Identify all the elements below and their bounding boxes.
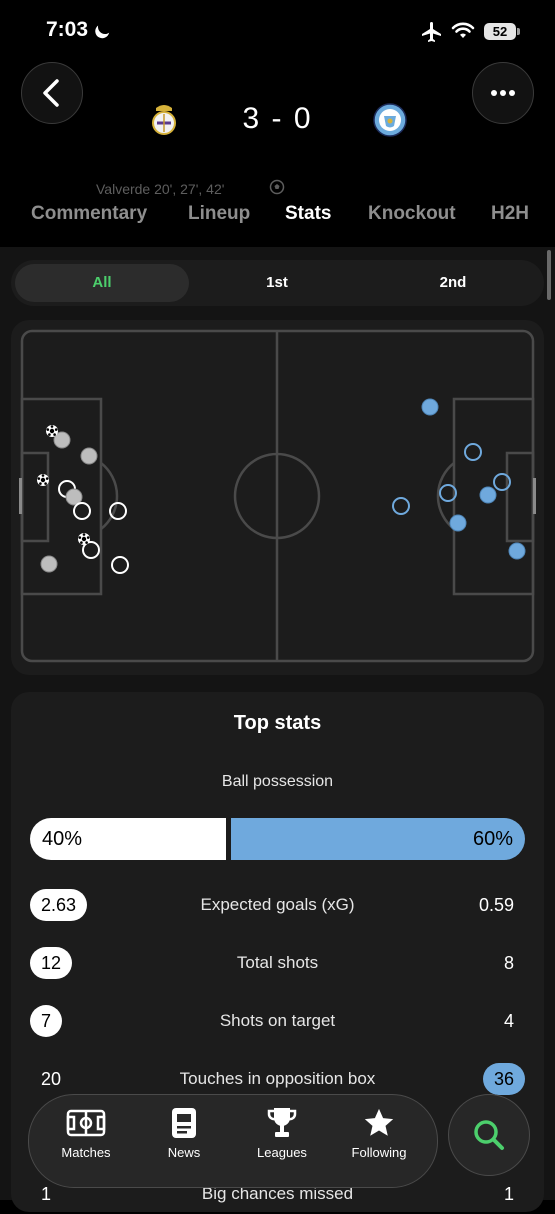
away-shot-on-target <box>449 514 467 532</box>
tab-h2h[interactable]: H2H <box>491 203 529 225</box>
stat-label: Touches in opposition box <box>179 1069 376 1088</box>
search-icon <box>474 1120 504 1150</box>
search-button[interactable] <box>448 1094 530 1176</box>
airplane-icon <box>422 22 441 42</box>
stat-label: Shots on target <box>219 1011 336 1030</box>
away-shot-on-target <box>479 486 497 504</box>
star-icon <box>364 1108 394 1136</box>
stat-label: Total shots <box>236 953 319 972</box>
stat-label: Expected goals (xG) <box>200 895 355 914</box>
status-time: 7:03 <box>46 18 89 41</box>
away-shot-on-target <box>421 398 439 416</box>
right-goal-area <box>505 451 535 543</box>
away-shots <box>392 398 526 560</box>
left-goal <box>19 478 22 514</box>
period-second-half[interactable]: 2nd <box>365 260 541 306</box>
nav-following-label: Following <box>351 1145 407 1160</box>
top-stats-title: Top stats <box>233 712 322 734</box>
stat-away-value: 36 <box>482 1063 525 1095</box>
tab-stats[interactable]: Stats <box>285 203 331 225</box>
trophy-icon <box>267 1108 297 1137</box>
stat-row-xg: 2.63 Expected goals (xG) 0.59 <box>11 885 544 925</box>
stat-row-total-shots: 12 Total shots 8 <box>11 943 544 983</box>
stat-row-shots-on-target: 7 Shots on target 4 <box>11 1001 544 1041</box>
period-first-half[interactable]: 1st <box>189 260 365 306</box>
match-score: 3 - 0 <box>242 102 313 135</box>
right-goal <box>533 478 536 514</box>
home-shot-off-target <box>109 502 127 520</box>
away-team-crest-icon <box>373 103 407 137</box>
nav-news[interactable]: News <box>139 1105 229 1160</box>
moon-icon <box>96 18 114 36</box>
possession-home-bar: 40% <box>30 818 226 860</box>
left-goal-area <box>20 451 50 543</box>
stat-row-touches-in-box: 20 Touches in opposition box 36 <box>11 1059 544 1099</box>
nav-following[interactable]: Following <box>334 1105 424 1160</box>
home-shots <box>40 431 129 574</box>
nav-leagues-label: Leagues <box>257 1145 307 1160</box>
shot-map <box>19 329 536 663</box>
period-selector: All 1st 2nd <box>11 260 544 306</box>
pitch-icon <box>66 1109 106 1137</box>
tab-lineup[interactable]: Lineup <box>188 203 250 225</box>
tab-knockout[interactable]: Knockout <box>368 203 456 225</box>
home-shot-off-target <box>73 502 91 520</box>
away-shot-off-target <box>464 443 482 461</box>
goal-marker-icon <box>78 533 90 545</box>
stat-away-value: 1 <box>503 1184 514 1204</box>
stat-away-value: 0.59 <box>478 895 514 915</box>
goal-marker-icon <box>46 425 58 437</box>
wifi-icon <box>451 22 475 38</box>
nav-leagues[interactable]: Leagues <box>237 1105 327 1160</box>
football-icon <box>269 179 285 195</box>
bottom-nav: Matches News Leagues Following <box>28 1094 438 1188</box>
scrollbar[interactable] <box>547 250 551 300</box>
possession-away-value: 60% <box>472 828 513 850</box>
nav-news-label: News <box>167 1145 201 1160</box>
possession-label: Ball possession <box>221 773 334 790</box>
away-shot-off-target <box>392 497 410 515</box>
stat-away-value: 8 <box>503 953 514 973</box>
tab-commentary[interactable]: Commentary <box>31 203 147 225</box>
stat-away-value: 4 <box>503 1011 514 1031</box>
goal-marker-icon <box>37 474 49 486</box>
away-shot-on-target <box>508 542 526 560</box>
nav-matches-label: Matches <box>61 1145 111 1160</box>
match-tabs: Commentary Lineup Stats Knockout H2H <box>0 203 555 247</box>
battery-tip <box>517 28 520 35</box>
possession-home-value: 40% <box>42 828 83 850</box>
battery-indicator: 52 <box>484 23 516 40</box>
possession-away-bar: 60% <box>231 818 525 860</box>
news-icon <box>172 1108 196 1138</box>
left-penalty-area <box>20 397 103 596</box>
goal-scorers: Valverde 20', 27', 42' <box>96 181 225 197</box>
home-shot-off-target <box>111 556 129 574</box>
home-shot-on-target <box>40 555 58 573</box>
home-shot-on-target <box>80 447 98 465</box>
period-all[interactable]: All <box>15 264 189 302</box>
nav-matches[interactable]: Matches <box>41 1105 131 1160</box>
